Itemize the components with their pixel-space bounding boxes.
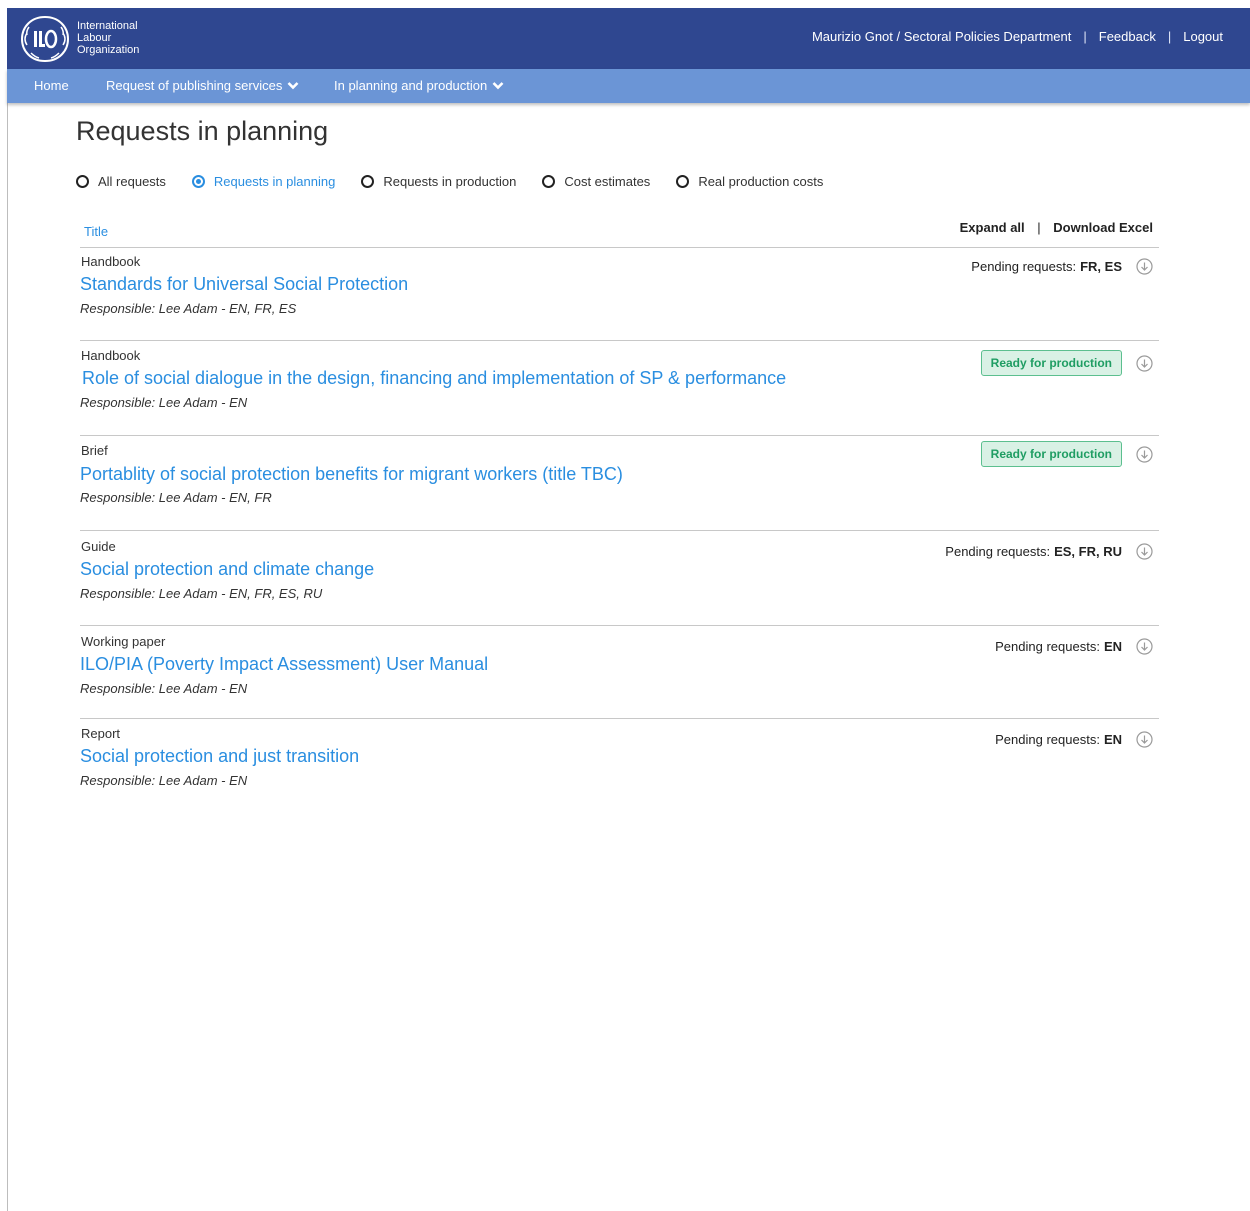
responsible-text: Responsible: Lee Adam - EN (80, 681, 248, 696)
page-title: Requests in planning (76, 116, 329, 146)
top-header: International Labour Organization Mauriz… (7, 8, 1250, 69)
nav-planning-production[interactable]: In planning and production (334, 78, 504, 93)
radio-circle-icon (76, 174, 89, 188)
radio-requests-in-production[interactable]: Requests in production (361, 174, 516, 189)
org-name-line-3: Organization (77, 44, 140, 56)
radio-label: Requests in planning (213, 173, 336, 189)
request-filter-radios: All requests Requests in planning Reques… (76, 171, 849, 191)
chevron-down-icon (287, 82, 299, 90)
pending-label: Pending requests: (995, 639, 1100, 654)
nav-home-label: Home (34, 78, 69, 93)
org-name-line-1: International (77, 20, 138, 32)
table-row: Guide Social protection and climate chan… (80, 531, 1159, 626)
table-actions: Expand all | Download Excel (960, 220, 1153, 235)
responsible-text: Responsible: Lee Adam - EN (80, 773, 248, 788)
pending-languages: ES, FR, RU (1054, 544, 1122, 559)
publication-type: Handbook (81, 254, 141, 269)
radio-real-production-costs[interactable]: Real production costs (676, 174, 823, 189)
table-row: Working paper ILO/PIA (Poverty Impact As… (80, 626, 1159, 719)
radio-all-requests[interactable]: All requests (76, 174, 166, 189)
feedback-link[interactable]: Feedback (1099, 29, 1156, 44)
publication-type: Working paper (81, 634, 166, 649)
publication-type: Report (81, 726, 121, 741)
responsible-text: Responsible: Lee Adam - EN, FR (80, 490, 272, 505)
separator: | (1037, 220, 1041, 235)
pending-label: Pending requests: (971, 259, 1077, 274)
row-status: Pending requests: ES, FR, RU (945, 543, 1153, 560)
ilo-logo[interactable] (19, 13, 71, 65)
row-status: Pending requests: EN (995, 638, 1153, 655)
ready-for-production-badge[interactable]: Ready for production (980, 350, 1122, 376)
table-header: Title Expand all | Download Excel (80, 218, 1159, 248)
download-circle-icon[interactable] (1136, 258, 1153, 275)
nav-home[interactable]: Home (34, 78, 69, 93)
radio-label: Cost estimates (564, 173, 651, 189)
download-circle-icon[interactable] (1136, 445, 1153, 463)
table-row: Handbook Role of social dialogue in the … (80, 341, 1159, 436)
pending-languages: FR, ES (1080, 259, 1122, 274)
radio-circle-icon (542, 174, 556, 188)
download-circle-icon[interactable] (1136, 543, 1153, 560)
table-row: Handbook Standards for Universal Social … (80, 247, 1159, 341)
radio-circle-icon (361, 174, 375, 188)
publication-type: Handbook (81, 348, 141, 363)
publication-type: Brief (81, 443, 108, 458)
responsible-text: Responsible: Lee Adam - EN (80, 395, 248, 410)
table-row: Report Social protection and just transi… (80, 719, 1159, 799)
publication-type: Guide (81, 539, 116, 554)
row-status: Ready for production (980, 350, 1153, 376)
responsible-text: Responsible: Lee Adam - EN, FR, ES (80, 301, 297, 316)
radio-label: Requests in production (383, 173, 517, 189)
radio-selected-icon (191, 174, 205, 188)
radio-label: Real production costs (698, 173, 824, 189)
radio-label: All requests (98, 173, 166, 189)
nav-publishing-services[interactable]: Request of publishing services (106, 78, 299, 93)
ready-for-production-badge[interactable]: Ready for production (980, 441, 1122, 467)
logout-link[interactable]: Logout (1183, 29, 1223, 44)
separator: | (1167, 29, 1172, 44)
row-status: Pending requests: FR, ES (971, 258, 1153, 275)
publication-title-link[interactable]: ILO/PIA (Poverty Impact Assessment) User… (80, 654, 488, 675)
row-status: Ready for production (980, 441, 1153, 467)
pending-languages: EN (1103, 639, 1122, 654)
row-status: Pending requests: EN (995, 731, 1153, 748)
pending-languages: EN (1103, 732, 1122, 747)
responsible-text: Responsible: Lee Adam - EN, FR, ES, RU (80, 586, 323, 601)
publication-title-link[interactable]: Standards for Universal Social Protectio… (80, 274, 408, 295)
download-circle-icon[interactable] (1136, 638, 1153, 655)
expand-all-link[interactable]: Expand all (960, 220, 1025, 235)
download-excel-link[interactable]: Download Excel (1053, 220, 1153, 235)
org-name: International Labour Organization (77, 20, 139, 56)
left-border (7, 103, 8, 1211)
publication-title-link[interactable]: Social protection and climate change (80, 559, 374, 580)
column-title-sort[interactable]: Title (84, 224, 108, 239)
publication-title-link[interactable]: Role of social dialogue in the design, f… (82, 368, 786, 389)
radio-circle-icon (676, 174, 690, 188)
org-name-line-2: Labour (77, 32, 112, 44)
download-circle-icon[interactable] (1136, 731, 1153, 748)
separator: | (1083, 29, 1087, 44)
radio-requests-in-planning[interactable]: Requests in planning (191, 173, 336, 189)
pending-label: Pending requests: (945, 544, 1051, 559)
radio-cost-estimates[interactable]: Cost estimates (542, 174, 650, 189)
chevron-down-icon (492, 82, 504, 90)
download-circle-icon[interactable] (1136, 354, 1153, 372)
nav-planning-label: In planning and production (334, 78, 488, 93)
user-profile-link[interactable]: Maurizio Gnot / Sectoral Policies Depart… (812, 29, 1071, 44)
publication-title-link[interactable]: Portablity of social protection benefits… (80, 464, 623, 485)
nav-publishing-label: Request of publishing services (106, 78, 283, 93)
publication-title-link[interactable]: Social protection and just transition (80, 746, 359, 767)
user-links: Maurizio Gnot / Sectoral Policies Depart… (812, 29, 1223, 44)
main-nav: Home Request of publishing services In p… (7, 69, 1250, 103)
pending-label: Pending requests: (995, 732, 1100, 747)
table-row: Brief Portablity of social protection be… (80, 436, 1159, 531)
